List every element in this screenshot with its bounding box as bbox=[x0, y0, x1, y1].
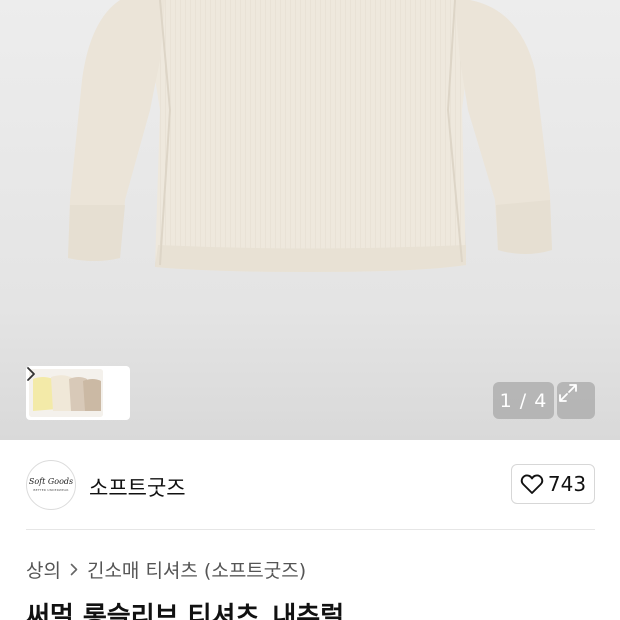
like-button[interactable]: 743 bbox=[511, 464, 595, 504]
product-title: 써멀 롱슬리브 티셔츠_내추럴 bbox=[26, 602, 345, 620]
brand-logo-subtext: BETTER UNDERWEAR bbox=[33, 488, 69, 492]
breadcrumb-item-subcategory[interactable]: 긴소매 티셔츠 (소프트굿즈) bbox=[87, 556, 306, 583]
product-image-gallery[interactable]: 1 / 4 bbox=[0, 0, 620, 440]
heart-outline-icon bbox=[520, 474, 544, 494]
thumbnail-image[interactable] bbox=[29, 369, 103, 417]
image-counter: 1 / 4 bbox=[493, 382, 554, 419]
brand-logo-text: Soft Goods bbox=[28, 477, 74, 486]
brand-row: Soft Goods BETTER UNDERWEAR 소프트굿즈 743 bbox=[0, 440, 620, 530]
thumbnail-strip[interactable] bbox=[26, 366, 130, 420]
expand-button[interactable] bbox=[557, 382, 595, 419]
like-count: 743 bbox=[547, 472, 587, 496]
expand-icon bbox=[559, 384, 577, 402]
brand-name[interactable]: 소프트굿즈 bbox=[89, 472, 186, 502]
breadcrumb: 상의 긴소매 티셔츠 (소프트굿즈) bbox=[26, 556, 306, 583]
breadcrumb-item-category[interactable]: 상의 bbox=[26, 556, 61, 583]
chevron-right-icon[interactable] bbox=[27, 367, 127, 417]
divider bbox=[26, 529, 595, 530]
chevron-right-icon bbox=[70, 563, 78, 576]
brand-logo[interactable]: Soft Goods BETTER UNDERWEAR bbox=[26, 460, 76, 510]
